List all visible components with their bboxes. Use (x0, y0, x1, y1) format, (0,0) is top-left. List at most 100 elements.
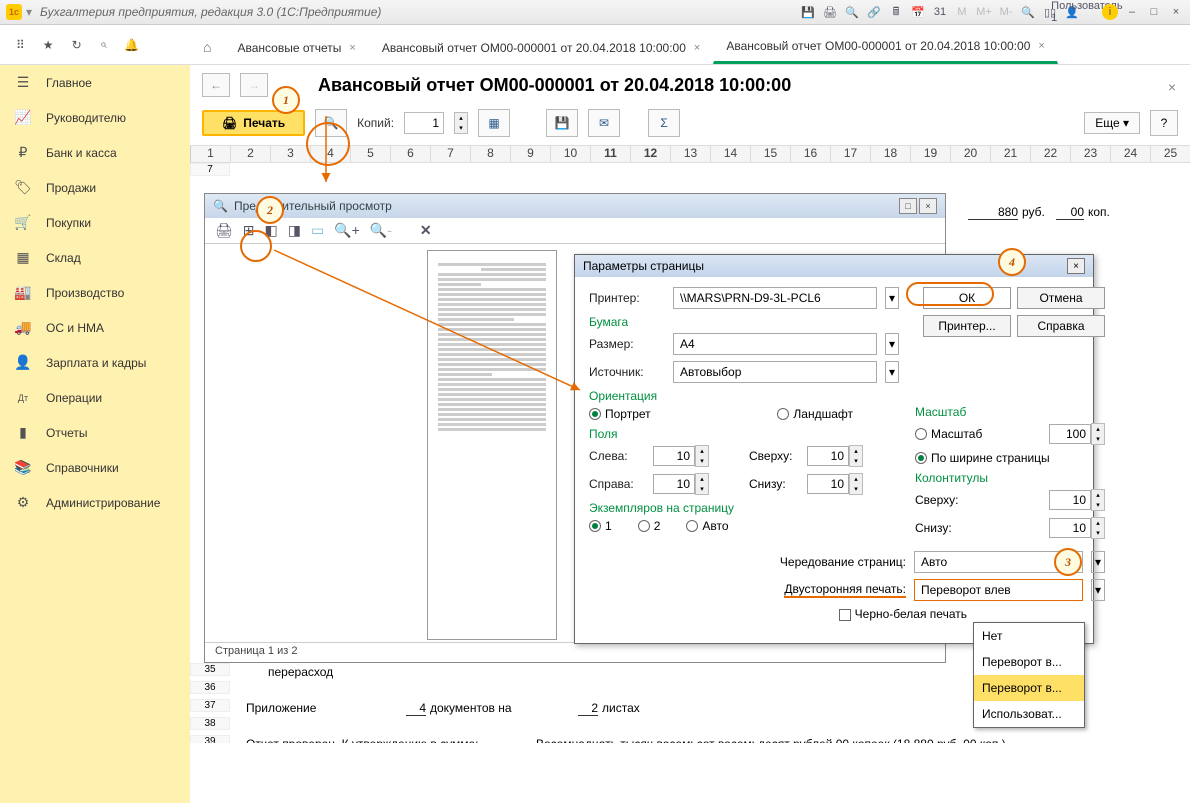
print-icon[interactable]: 🖨 (822, 4, 838, 20)
link-icon[interactable]: 🔗 (866, 4, 882, 20)
hf-top-input[interactable] (1049, 490, 1091, 510)
preview-icon[interactable]: 🔍 (844, 4, 860, 20)
tab-advance-reports[interactable]: Авансовые отчеты× (224, 32, 368, 64)
tab-advance-report-1[interactable]: Авансовый отчет ОМ00-000001 от 20.04.201… (369, 32, 714, 64)
calc-icon[interactable]: 🖩 (888, 4, 904, 20)
sidebar-item-main[interactable]: ☰Главное (0, 65, 190, 100)
margin-left-input[interactable] (653, 446, 695, 466)
favorite-icon[interactable]: ★ (43, 38, 54, 52)
tab-close-icon[interactable]: × (349, 42, 355, 54)
save-button[interactable]: 💾 (546, 109, 578, 137)
landscape-radio[interactable]: Ландшафт (777, 407, 853, 421)
sidebar-item-operations[interactable]: ДтОперации (0, 380, 190, 415)
dropdown-option-flip1[interactable]: Переворот в... (974, 649, 1084, 675)
sidebar-item-admin[interactable]: ⚙Администрирование (0, 485, 190, 520)
copies-input[interactable] (404, 112, 444, 134)
sidebar-item-reports[interactable]: ▮Отчеты (0, 415, 190, 450)
sidebar-item-assets[interactable]: 🚚ОС и НМА (0, 310, 190, 345)
sidebar-item-production[interactable]: 🏭Производство (0, 275, 190, 310)
preview-zoomout-icon[interactable]: 🔍- (370, 222, 392, 239)
sidebar-item-manager[interactable]: 📈Руководителю (0, 100, 190, 135)
hf-bottom-input[interactable] (1049, 518, 1091, 538)
preview-maximize-icon[interactable]: □ (899, 198, 917, 214)
preview-prev-page-icon[interactable]: ◧ (265, 222, 278, 239)
dropdown-option-none[interactable]: Нет (974, 623, 1084, 649)
source-select[interactable] (673, 361, 877, 383)
dropdown-arrow-icon[interactable]: ▾ (1091, 579, 1105, 601)
size-select[interactable] (673, 333, 877, 355)
tab-advance-report-active[interactable]: Авансовый отчет ОМ00-000001 от 20.04.201… (713, 30, 1058, 64)
m-icon[interactable]: M (954, 4, 970, 20)
more-button[interactable]: Еще ▾ (1084, 112, 1140, 134)
dialog-help-button[interactable]: Справка (1017, 315, 1105, 337)
printer-select[interactable] (673, 287, 877, 309)
sidebar-item-directories[interactable]: 📚Справочники (0, 450, 190, 485)
row-number: 38 (190, 717, 230, 730)
duplex-select[interactable] (914, 579, 1083, 601)
user-label[interactable]: 👤 Пользователь 1 (1072, 4, 1088, 20)
search-icon[interactable]: ⌕ (100, 37, 107, 52)
nav-forward-button[interactable]: → (240, 73, 268, 97)
scale-radio[interactable]: Масштаб (915, 427, 982, 441)
printer-settings-button[interactable]: Принтер... (923, 315, 1011, 337)
cancel-button[interactable]: Отмена (1017, 287, 1105, 309)
dropdown-arrow-icon[interactable]: ▾ (1091, 551, 1105, 573)
table-button[interactable]: ▦ (478, 109, 510, 137)
margin-bottom-input[interactable] (807, 474, 849, 494)
sidebar-item-bank[interactable]: ₽Банк и касса (0, 135, 190, 170)
minimize-icon[interactable]: – (1124, 4, 1140, 20)
preview-close-btn-icon[interactable]: ✕ (420, 222, 432, 239)
dropdown-option-flip2[interactable]: Переворот в... (974, 675, 1084, 701)
apps-icon[interactable]: ⠿ (16, 38, 25, 52)
margin-top-input[interactable] (807, 446, 849, 466)
print-button[interactable]: 🖨Печать (202, 110, 305, 136)
menu-icon: ☰ (14, 74, 32, 91)
info-icon[interactable]: i (1102, 4, 1118, 20)
tab-close-icon[interactable]: × (1038, 40, 1044, 52)
close-form-icon[interactable]: × (1168, 79, 1176, 95)
sidebar-item-sales[interactable]: 🏷Продажи (0, 170, 190, 205)
title-dropdown-icon[interactable]: ▾ (26, 5, 32, 19)
ok-button[interactable]: ОК (923, 287, 1011, 309)
save-icon[interactable]: 💾 (800, 4, 816, 20)
scale-input[interactable] (1049, 424, 1091, 444)
m-plus-icon[interactable]: M+ (976, 4, 992, 20)
page-width-radio[interactable]: По ширине страницы (915, 451, 1050, 465)
nav-back-button[interactable]: ← (202, 73, 230, 97)
preview-page-setup-icon[interactable]: ⊞ (243, 222, 255, 239)
zoom-icon[interactable]: 🔍 (1020, 4, 1036, 20)
bell-icon[interactable]: 🔔 (124, 38, 139, 52)
preview-print-icon[interactable]: 🖨 (215, 222, 233, 239)
dropdown-option-use[interactable]: Использоват... (974, 701, 1084, 727)
sidebar-item-salary[interactable]: 👤Зарплата и кадры (0, 345, 190, 380)
help-button[interactable]: ? (1150, 110, 1178, 136)
sidebar-item-purchases[interactable]: 🛒Покупки (0, 205, 190, 240)
date-icon[interactable]: 31 (932, 4, 948, 20)
tab-home[interactable]: ⌂ (190, 30, 224, 64)
copies-2-radio[interactable]: 2 (638, 519, 661, 533)
preview-button[interactable]: 🔍 (315, 109, 347, 137)
m-minus-icon[interactable]: M- (998, 4, 1014, 20)
close-window-icon[interactable]: × (1168, 4, 1184, 20)
tab-close-icon[interactable]: × (694, 42, 700, 54)
preview-close-icon[interactable]: × (919, 198, 937, 214)
dialog-close-icon[interactable]: × (1067, 258, 1085, 274)
calendar-icon[interactable]: 📅 (910, 4, 926, 20)
dropdown-arrow-icon[interactable]: ▾ (885, 333, 899, 355)
dropdown-arrow-icon[interactable]: ▾ (885, 361, 899, 383)
copies-auto-radio[interactable]: Авто (686, 519, 728, 533)
copies-1-radio[interactable]: 1 (589, 519, 612, 533)
history-icon[interactable]: ↻ (72, 38, 82, 52)
sum-button[interactable]: Σ (648, 109, 680, 137)
dropdown-arrow-icon[interactable]: ▾ (885, 287, 899, 309)
mail-button[interactable]: ✉ (588, 109, 620, 137)
copies-spinner[interactable]: ▴▾ (454, 112, 468, 134)
sidebar-item-warehouse[interactable]: ▦Склад (0, 240, 190, 275)
preview-zoomin-icon[interactable]: 🔍+ (334, 222, 360, 239)
bw-checkbox[interactable]: Черно-белая печать (839, 607, 967, 621)
preview-select-icon[interactable]: ▭ (311, 222, 324, 239)
preview-next-page-icon[interactable]: ◨ (288, 222, 301, 239)
maximize-icon[interactable]: □ (1146, 4, 1162, 20)
margin-right-input[interactable] (653, 474, 695, 494)
portrait-radio[interactable]: Портрет (589, 407, 651, 421)
